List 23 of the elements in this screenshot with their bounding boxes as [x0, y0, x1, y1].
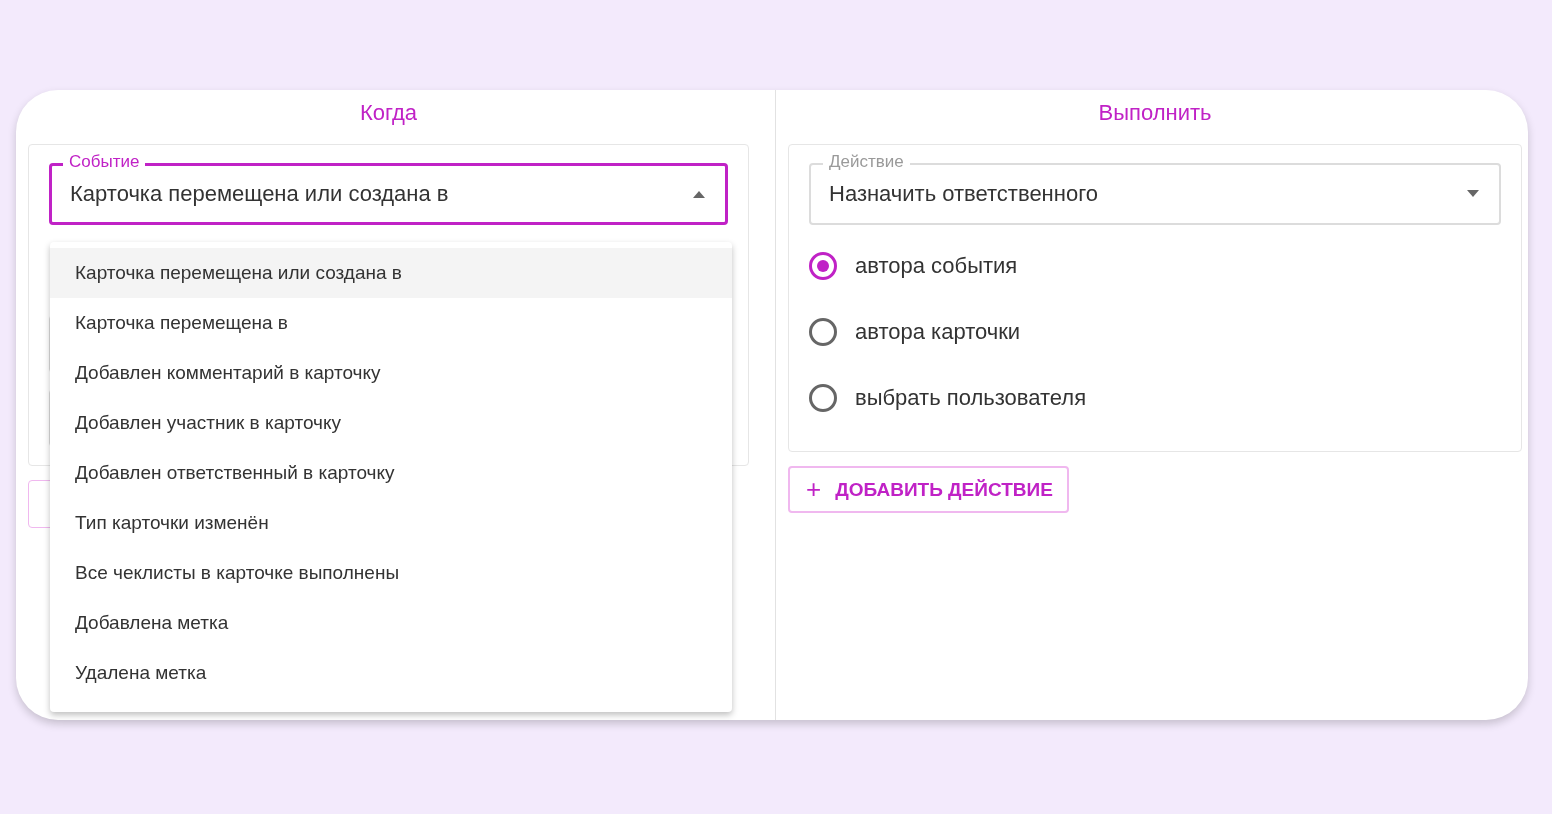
- menu-item[interactable]: Добавлен участник в карточку: [50, 398, 732, 448]
- radio-label: выбрать пользователя: [855, 385, 1087, 411]
- menu-item[interactable]: Тип карточки изменён: [50, 498, 732, 548]
- menu-item[interactable]: Карточка перемещена в: [50, 298, 732, 348]
- radio-button[interactable]: [809, 252, 837, 280]
- add-action-button[interactable]: + ДОБАВИТЬ ДЕЙСТВИЕ: [788, 466, 1069, 513]
- menu-item[interactable]: Добавлена метка: [50, 598, 732, 648]
- caret-down-icon[interactable]: [1465, 189, 1481, 199]
- field-value: Назначить ответственного: [829, 181, 1099, 207]
- section-heading: Выполнить: [1097, 99, 1213, 127]
- radio-label: автора события: [855, 253, 1018, 279]
- menu-item[interactable]: Карточка перемещена или создана в: [50, 248, 732, 298]
- field-value: Карточка перемещена или создана в: [70, 181, 450, 207]
- caret-up-icon[interactable]: [691, 189, 707, 199]
- menu-item[interactable]: Добавлен комментарий в карточку: [50, 348, 732, 398]
- menu-item[interactable]: Удалена метка: [50, 648, 732, 698]
- section-heading: Когда: [358, 99, 419, 127]
- radio-label: автора карточки: [855, 319, 1021, 345]
- radio-button[interactable]: [809, 384, 837, 412]
- menu-item[interactable]: Добавлен ответственный в карточку: [50, 448, 732, 498]
- radio-button[interactable]: [809, 318, 837, 346]
- field-label: Действие: [823, 152, 910, 172]
- menu-item[interactable]: Все чеклисты в карточке выполнены: [50, 548, 732, 598]
